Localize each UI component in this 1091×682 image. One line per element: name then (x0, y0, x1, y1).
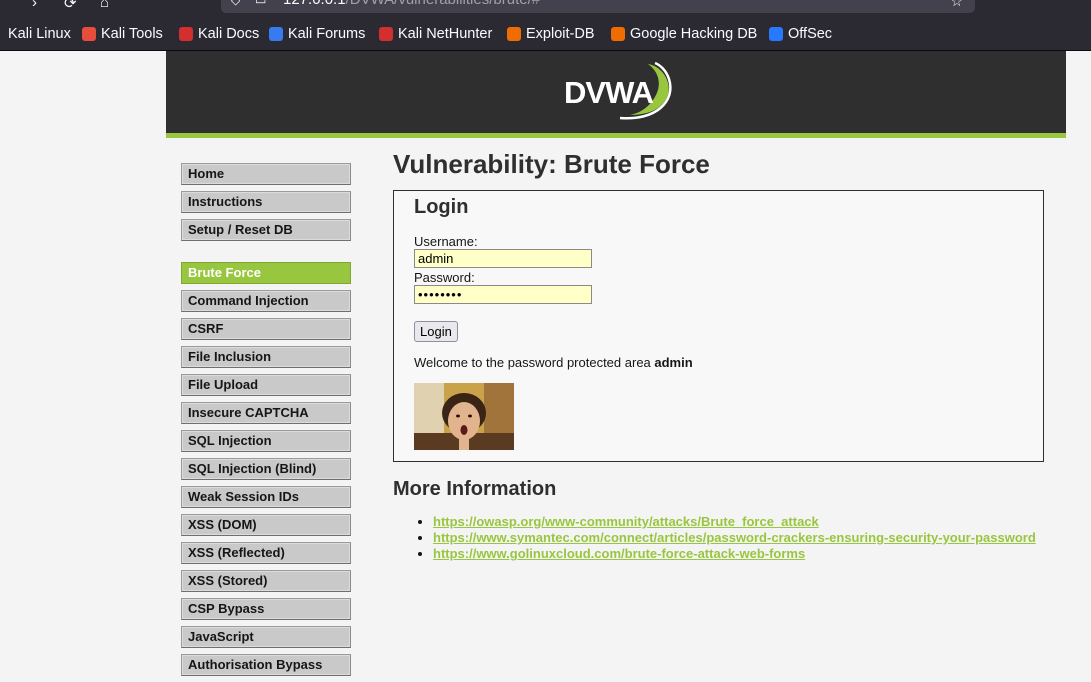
home-icon[interactable]: ⌂ (100, 0, 109, 11)
bookmark-label: Kali Docs (198, 26, 260, 42)
username-input[interactable]: admin (414, 249, 592, 268)
sidebar-item-home[interactable]: Home (181, 163, 351, 185)
kali-tools-icon (82, 27, 96, 41)
list-item: https://owasp.org/www-community/attacks/… (433, 514, 1036, 530)
bookmark-item[interactable]: Kali Forums (269, 25, 365, 43)
bookmark-label: Google Hacking DB (630, 26, 758, 42)
sidebar-item-authorisation-bypass[interactable]: Authorisation Bypass (181, 654, 351, 676)
sidebar-menu: Home Instructions Setup / Reset DB Brute Fo… (181, 163, 351, 682)
symantec-link[interactable]: https://www.symantec.com/connect/article… (433, 530, 1036, 545)
bookmark-label: OffSec (788, 26, 833, 42)
login-button[interactable]: Login (414, 321, 458, 342)
password-label: Password: (414, 270, 475, 285)
list-item: https://www.symantec.com/connect/article… (433, 530, 1036, 546)
sidebar-item-command-injection[interactable]: Command Injection (181, 290, 351, 312)
welcome-user: admin (654, 355, 693, 370)
login-heading: Login (414, 196, 469, 218)
bookmark-label: Kali Linux (8, 26, 71, 42)
more-info-heading: More Information (393, 478, 557, 500)
username-label: Username: (414, 234, 478, 249)
sidebar-item-brute-force[interactable]: Brute Force (181, 262, 351, 284)
bookmark-star-icon[interactable]: ☆ (950, 0, 963, 10)
owasp-link[interactable]: https://owasp.org/www-community/attacks/… (433, 514, 819, 529)
sidebar-item-javascript[interactable]: JavaScript (181, 626, 351, 648)
sidebar-item-xss-reflected[interactable]: XSS (Reflected) (181, 542, 351, 564)
dvwa-page: DVWA Home Instructions Setup / Reset DB Bru… (0, 51, 1091, 676)
more-info-links: https://owasp.org/www-community/attacks/… (415, 514, 1036, 562)
sidebar-item-insecure-captcha[interactable]: Insecure CAPTCHA (181, 402, 351, 424)
kali-forums-icon (269, 27, 283, 41)
sidebar-item-sql-injection-blind[interactable]: SQL Injection (Blind) (181, 458, 351, 480)
sidebar-item-csrf[interactable]: CSRF (181, 318, 351, 340)
bookmark-label: Kali NetHunter (398, 26, 493, 42)
page-info-icon[interactable]: ▭ (255, 0, 266, 7)
sidebar-item-weak-session-ids[interactable]: Weak Session IDs (181, 486, 351, 508)
bookmark-item[interactable]: Kali Tools (82, 25, 163, 43)
bookmark-label: Exploit-DB (526, 26, 595, 42)
svg-text:DVWA: DVWA (564, 75, 654, 110)
menu-group: Brute Force Command Injection CSRF File Inc… (181, 262, 351, 676)
shield-icon[interactable]: ◇ (231, 0, 240, 7)
url-text[interactable]: 127.0.0.1/DVWA/vulnerabilities/brute/# (283, 0, 540, 8)
golinuxcloud-link[interactable]: https://www.golinuxcloud.com/brute-force… (433, 546, 805, 561)
dvwa-logo: DVWA (564, 61, 672, 120)
sidebar-item-sql-injection[interactable]: SQL Injection (181, 430, 351, 452)
page-title: Vulnerability: Brute Force (393, 149, 710, 179)
bookmark-item[interactable]: Kali Linux (0, 25, 71, 43)
sidebar-item-xss-dom[interactable]: XSS (DOM) (181, 514, 351, 536)
nethunter-icon (379, 27, 393, 41)
sidebar-item-setup-reset-db[interactable]: Setup / Reset DB (181, 219, 351, 241)
browser-toolbar: › ⟳ ⌂ ◇ ▭ 127.0.0.1/DVWA/vulnerabilities… (0, 0, 1091, 17)
page-header: DVWA (166, 51, 1066, 138)
bookmark-item[interactable]: Kali NetHunter (379, 25, 492, 43)
bookmark-item[interactable]: Google Hacking DB (611, 25, 757, 43)
exploit-db-icon (507, 27, 521, 41)
welcome-message: Welcome to the password protected area a… (414, 355, 693, 370)
bookmarks-toolbar: Kali Linux Kali Tools Kali Docs Kali Forums… (0, 17, 1091, 51)
user-avatar-image (414, 383, 514, 450)
sidebar-item-xss-stored[interactable]: XSS (Stored) (181, 570, 351, 592)
password-input[interactable]: •••••••• (414, 285, 592, 304)
sidebar-item-file-upload[interactable]: File Upload (181, 374, 351, 396)
sidebar-item-instructions[interactable]: Instructions (181, 191, 351, 213)
bookmark-item[interactable]: Kali Docs (179, 25, 259, 43)
reload-icon[interactable]: ⟳ (64, 0, 77, 12)
list-item: https://www.golinuxcloud.com/brute-force… (433, 546, 1036, 562)
menu-group: Home Instructions Setup / Reset DB (181, 163, 351, 241)
bookmark-item[interactable]: OffSec (769, 25, 832, 43)
address-bar[interactable]: ◇ ▭ 127.0.0.1/DVWA/vulnerabilities/brute… (221, 0, 975, 13)
ghdb-icon (611, 27, 625, 41)
main-content: Vulnerability: Brute Force Login Usernam… (393, 149, 1053, 561)
kali-docs-icon (179, 27, 193, 41)
menu-spacer (181, 247, 351, 262)
forward-icon[interactable]: › (32, 0, 37, 11)
bookmark-label: Kali Tools (101, 26, 163, 42)
bookmark-item[interactable]: Exploit-DB (507, 25, 595, 43)
bookmark-label: Kali Forums (288, 26, 366, 42)
offsec-icon (769, 27, 783, 41)
welcome-text: Welcome to the password protected area (414, 355, 655, 370)
login-panel: Login Username: admin Password: ••••••••… (393, 190, 1044, 462)
sidebar-item-file-inclusion[interactable]: File Inclusion (181, 346, 351, 368)
sidebar-item-csp-bypass[interactable]: CSP Bypass (181, 598, 351, 620)
